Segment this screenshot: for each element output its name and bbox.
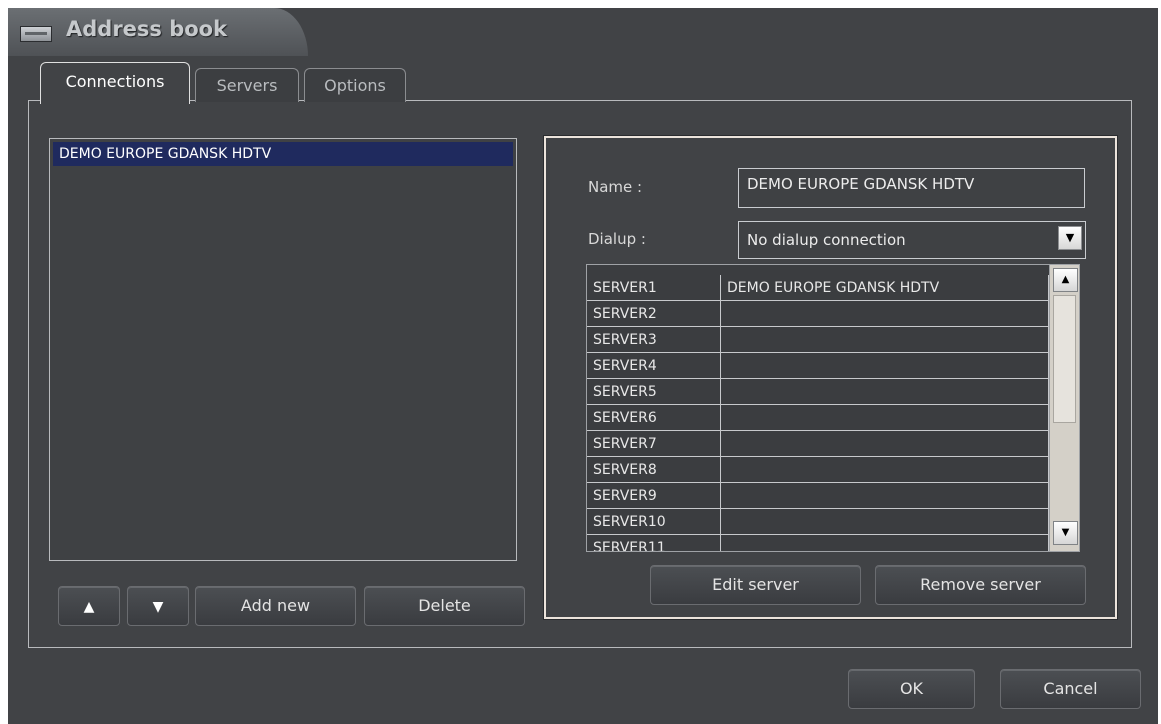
server-name-cell: SERVER5 [587, 379, 721, 405]
server-name-cell: SERVER6 [587, 405, 721, 431]
server-value-cell[interactable] [721, 509, 1049, 535]
table-row[interactable]: SERVER6 [587, 405, 1049, 431]
server-value-cell[interactable] [721, 483, 1049, 509]
arrow-down-icon: ▼ [152, 599, 164, 615]
edit-server-button[interactable]: Edit server [650, 565, 861, 605]
ok-button[interactable]: OK [848, 669, 975, 709]
table-row[interactable]: SERVER2 [587, 301, 1049, 327]
window-icon [20, 26, 52, 42]
server-name-cell: SERVER7 [587, 431, 721, 457]
server-name-cell: SERVER3 [587, 327, 721, 353]
list-item[interactable]: DEMO EUROPE GDANSK HDTV [53, 142, 513, 166]
server-value-cell[interactable] [721, 405, 1049, 431]
servers-scrollbar[interactable]: ▲ ▼ [1049, 265, 1079, 551]
scroll-thumb[interactable] [1053, 295, 1076, 423]
remove-server-button[interactable]: Remove server [875, 565, 1086, 605]
name-field[interactable]: DEMO EUROPE GDANSK HDTV [738, 168, 1085, 208]
server-value-cell[interactable] [721, 379, 1049, 405]
cancel-button[interactable]: Cancel [1000, 669, 1141, 709]
server-name-cell: SERVER8 [587, 457, 721, 483]
server-value-cell[interactable] [721, 327, 1049, 353]
table-row[interactable]: SERVER11 [587, 535, 1049, 551]
server-value-cell[interactable] [721, 353, 1049, 379]
table-row[interactable]: SERVER7 [587, 431, 1049, 457]
server-name-cell: SERVER2 [587, 301, 721, 327]
server-value-cell[interactable] [721, 535, 1049, 551]
server-name-cell: SERVER9 [587, 483, 721, 509]
server-value-cell[interactable] [721, 457, 1049, 483]
table-row[interactable]: SERVER5 [587, 379, 1049, 405]
servers-grid: SERVER1 DEMO EUROPE GDANSK HDTV SERVER2 SER… [586, 264, 1080, 552]
arrow-up-icon: ▲ [83, 599, 95, 615]
chevron-down-icon[interactable]: ▼ [1058, 226, 1082, 250]
table-row[interactable]: SERVER8 [587, 457, 1049, 483]
window-title: Address book [66, 17, 228, 41]
server-name-cell: SERVER11 [587, 535, 721, 551]
scroll-down-icon[interactable]: ▼ [1053, 521, 1078, 545]
add-new-button[interactable]: Add new [195, 586, 356, 626]
table-row[interactable]: SERVER9 [587, 483, 1049, 509]
server-value-cell[interactable] [721, 431, 1049, 457]
dialup-label: Dialup : [588, 230, 646, 248]
table-row[interactable]: SERVER10 [587, 509, 1049, 535]
server-value-cell[interactable]: DEMO EUROPE GDANSK HDTV [721, 275, 1049, 301]
tab-servers[interactable]: Servers [195, 68, 299, 102]
title-bar: Address book [8, 8, 308, 56]
delete-button[interactable]: Delete [364, 586, 525, 626]
table-row[interactable]: SERVER4 [587, 353, 1049, 379]
server-name-cell: SERVER10 [587, 509, 721, 535]
server-value-cell[interactable] [721, 301, 1049, 327]
dialup-select[interactable]: No dialup connection ▼ [738, 221, 1086, 259]
name-label: Name : [588, 178, 643, 196]
connections-list[interactable]: DEMO EUROPE GDANSK HDTV [49, 138, 517, 561]
tab-connections[interactable]: Connections [40, 62, 190, 104]
server-name-cell: SERVER4 [587, 353, 721, 379]
table-row[interactable]: SERVER3 [587, 327, 1049, 353]
move-up-button[interactable]: ▲ [58, 586, 120, 626]
tab-options[interactable]: Options [304, 68, 406, 102]
table-row[interactable]: SERVER1 DEMO EUROPE GDANSK HDTV [587, 275, 1049, 301]
server-name-cell: SERVER1 [587, 275, 721, 301]
move-down-button[interactable]: ▼ [127, 586, 189, 626]
dialup-selected-value: No dialup connection [747, 231, 906, 249]
scroll-up-icon[interactable]: ▲ [1053, 268, 1078, 292]
